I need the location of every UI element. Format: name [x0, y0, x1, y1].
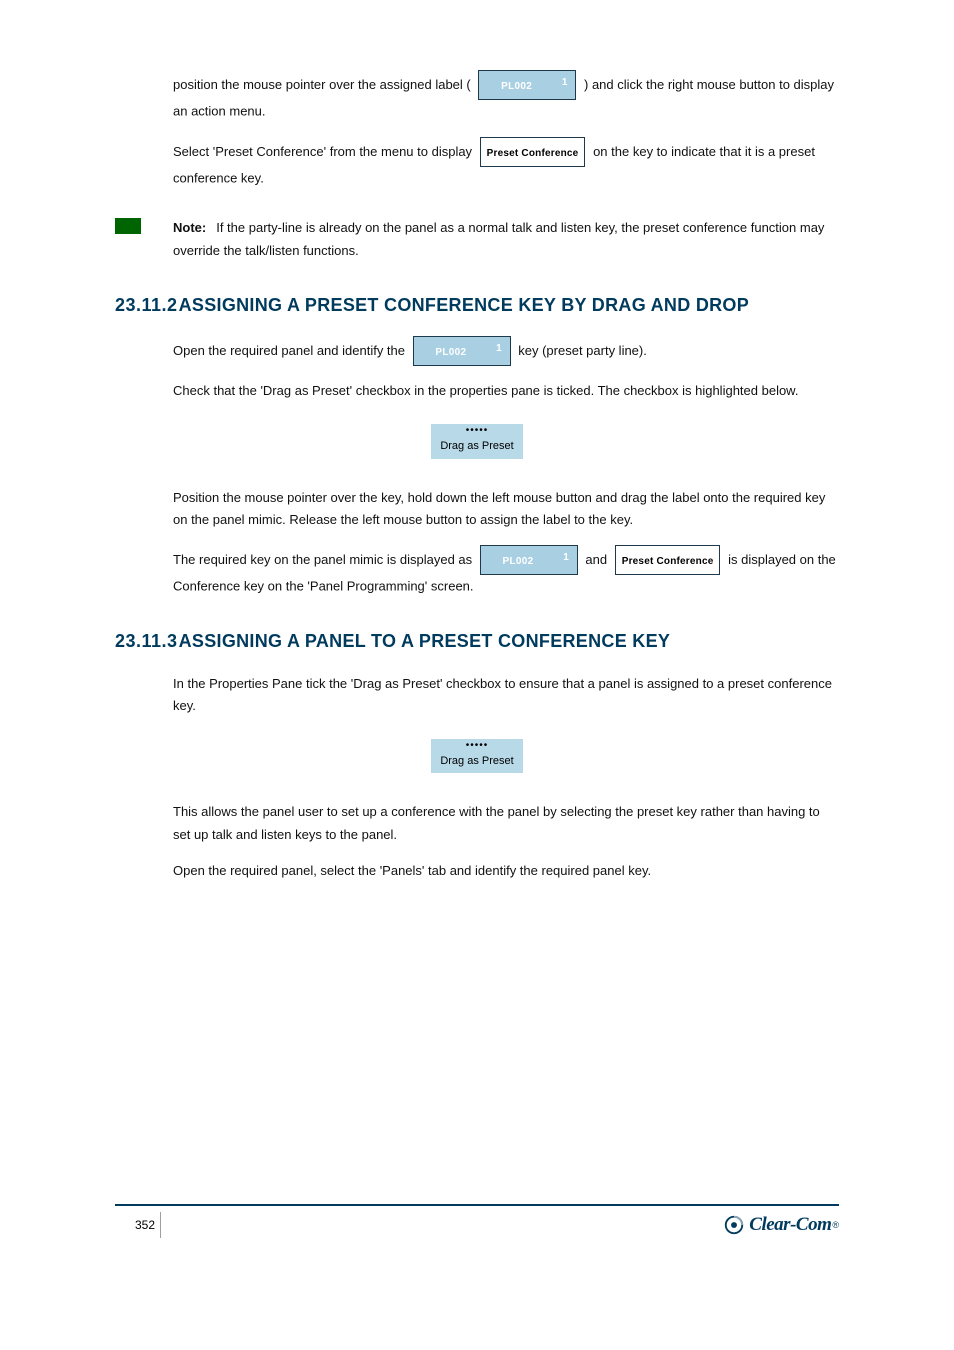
- p6-a: The required key on the panel mimic is d…: [173, 552, 476, 567]
- inline-key-preset-conference-2: Preset Conference: [615, 545, 721, 575]
- drag-as-preset-chip-1: ••••• Drag as Preset: [431, 424, 523, 459]
- key-label-2: PL002: [435, 347, 466, 358]
- p5: Position the mouse pointer over the key,…: [173, 487, 839, 531]
- p6-b: and: [585, 552, 610, 567]
- key-label-3: PL002: [503, 556, 534, 567]
- p3-b: key (preset party line).: [518, 343, 647, 358]
- p4: Check that the 'Drag as Preset' checkbox…: [173, 380, 839, 402]
- p9: Open the required panel, select the 'Pan…: [173, 860, 839, 882]
- drag-as-preset-label-2: Drag as Preset: [431, 751, 523, 774]
- p2-a: Select 'Preset Conference' from the menu…: [173, 144, 476, 159]
- footer-rule: [115, 1204, 839, 1206]
- note-prefix: Note:: [173, 220, 206, 235]
- heading-num-2: 23.11.3: [115, 626, 175, 657]
- heading-num-1: 23.11.2: [115, 290, 175, 321]
- p3-a: Open the required panel and identify the: [173, 343, 409, 358]
- key-label: PL002: [501, 81, 532, 92]
- preset-conf-label-2: Preset Conference: [622, 556, 714, 567]
- drag-as-preset-label-1: Drag as Preset: [431, 436, 523, 459]
- key-num-2: 1: [496, 340, 502, 357]
- drag-handle-icon-2: •••••: [431, 739, 523, 751]
- heading-23-11-3: 23.11.3 ASSIGNING A PANEL TO A PRESET CO…: [115, 626, 839, 657]
- clearcom-mark-icon: [723, 1214, 745, 1236]
- note-marker-icon: [115, 218, 141, 234]
- page-number: 352: [135, 1218, 155, 1232]
- brand-logo-text: Clear-Com: [749, 1214, 831, 1236]
- note-body: If the party-line is already on the pane…: [173, 220, 824, 257]
- key-num: 1: [562, 74, 568, 91]
- drag-handle-icon: •••••: [431, 424, 523, 436]
- p8: This allows the panel user to set up a c…: [173, 801, 839, 845]
- key-num-3: 1: [563, 549, 569, 566]
- footer-separator: [160, 1212, 161, 1238]
- brand-registered-icon: ®: [832, 1220, 839, 1230]
- inline-key-pl002-3: PL002 1: [480, 545, 578, 575]
- preset-conf-label: Preset Conference: [487, 148, 579, 159]
- heading-text-1: ASSIGNING A PRESET CONFERENCE KEY BY DRA…: [179, 295, 749, 315]
- drag-as-preset-chip-2: ••••• Drag as Preset: [431, 739, 523, 774]
- inline-key-pl002-1: PL002 1: [478, 70, 576, 100]
- heading-23-11-2: 23.11.2 ASSIGNING A PRESET CONFERENCE KE…: [115, 290, 839, 321]
- inline-key-preset-conference-1: Preset Conference: [480, 137, 586, 167]
- note-block: Note:If the party-line is already on the…: [173, 217, 839, 261]
- heading-text-2: ASSIGNING A PANEL TO A PRESET CONFERENCE…: [179, 631, 671, 651]
- p7: In the Properties Pane tick the 'Drag as…: [173, 673, 839, 717]
- p1-a: position the mouse pointer over the assi…: [173, 77, 471, 92]
- brand-logo: Clear-Com ®: [723, 1212, 839, 1238]
- inline-key-pl002-2: PL002 1: [413, 336, 511, 366]
